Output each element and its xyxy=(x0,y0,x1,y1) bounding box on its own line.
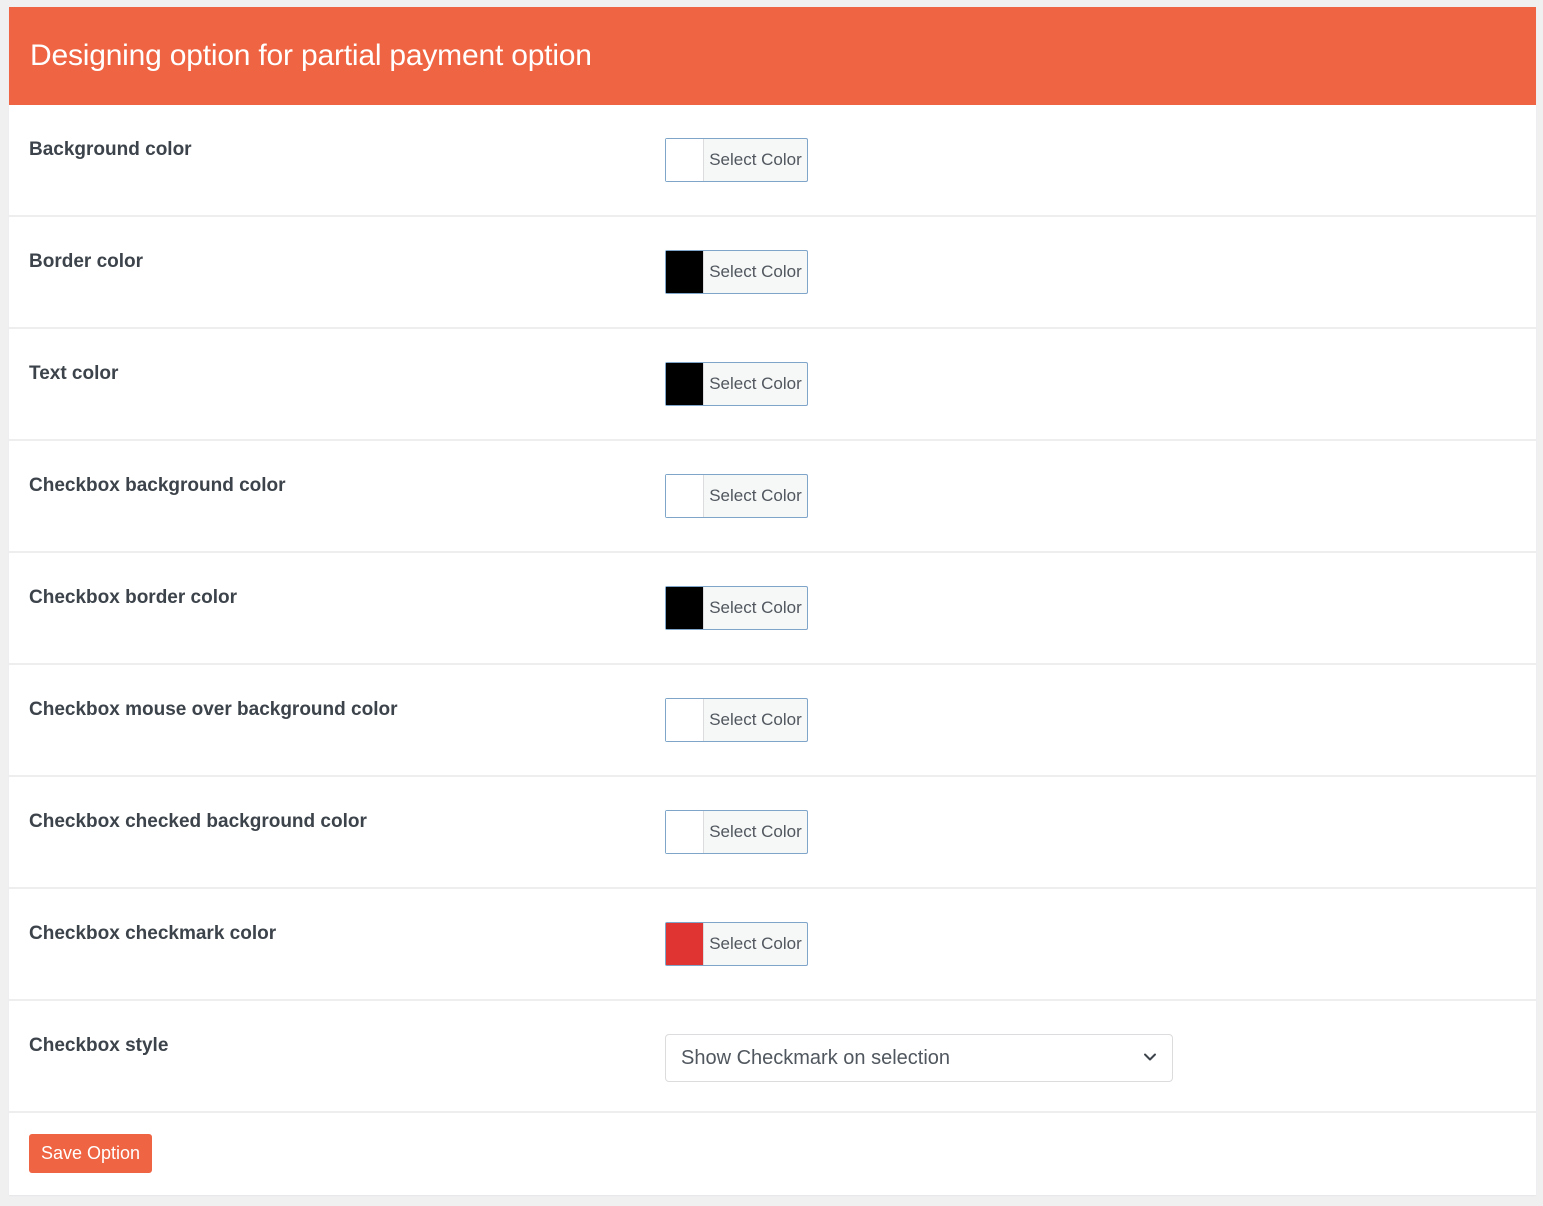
color-swatch xyxy=(666,251,704,293)
select-color-button[interactable]: Select Color xyxy=(665,362,808,406)
color-setting-label: Text color xyxy=(29,363,119,384)
color-swatch xyxy=(666,363,704,405)
color-setting-label: Checkbox background color xyxy=(29,475,286,496)
color-swatch xyxy=(666,139,704,181)
select-color-button[interactable]: Select Color xyxy=(665,138,808,182)
select-color-label: Select Color xyxy=(709,374,802,393)
chevron-down-icon xyxy=(1144,1053,1156,1061)
save-option-button[interactable]: Save Option xyxy=(29,1134,153,1173)
select-color-label: Select Color xyxy=(709,262,802,281)
select-color-label: Select Color xyxy=(709,934,802,953)
select-color-button[interactable]: Select Color xyxy=(665,922,808,966)
select-color-label: Select Color xyxy=(709,710,802,729)
select-color-button[interactable]: Select Color xyxy=(665,810,808,854)
select-color-label: Select Color xyxy=(709,822,802,841)
color-swatch xyxy=(666,923,704,965)
select-color-label: Select Color xyxy=(709,150,802,169)
color-settings-list: Background color Select Color Border col… xyxy=(9,105,1536,1001)
form-footer: Save Option xyxy=(9,1113,1536,1186)
select-color-label: Select Color xyxy=(709,486,802,505)
color-swatch xyxy=(666,811,704,853)
checkbox-style-label: Checkbox style xyxy=(29,1035,169,1056)
select-color-button[interactable]: Select Color xyxy=(665,586,808,630)
checkbox-style-row: Checkbox style Show Checkmark on selecti… xyxy=(9,1001,1536,1113)
color-setting-row: Checkbox checked background color Select… xyxy=(9,777,1536,889)
color-setting-label: Background color xyxy=(29,139,192,160)
select-color-label: Select Color xyxy=(709,598,802,617)
color-setting-row: Checkbox background color Select Color xyxy=(9,441,1536,553)
color-setting-row: Border color Select Color xyxy=(9,217,1536,329)
color-setting-label: Checkbox mouse over background color xyxy=(29,699,398,720)
color-setting-row: Checkbox checkmark color Select Color xyxy=(9,889,1536,1001)
settings-card: Designing option for partial payment opt… xyxy=(9,7,1536,1195)
select-color-button[interactable]: Select Color xyxy=(665,698,808,742)
color-setting-row: Checkbox border color Select Color xyxy=(9,553,1536,665)
checkbox-style-selected-value: Show Checkmark on selection xyxy=(681,1046,951,1069)
checkbox-style-select[interactable]: Show Checkmark on selection xyxy=(665,1034,1173,1082)
color-swatch xyxy=(666,587,704,629)
page-title: Designing option for partial payment opt… xyxy=(30,39,592,72)
color-swatch xyxy=(666,699,704,741)
select-color-button[interactable]: Select Color xyxy=(665,250,808,294)
color-setting-label: Checkbox checked background color xyxy=(29,811,367,832)
select-color-button[interactable]: Select Color xyxy=(665,474,808,518)
color-setting-label: Border color xyxy=(29,251,144,272)
color-setting-row: Checkbox mouse over background color Sel… xyxy=(9,665,1536,777)
page-header: Designing option for partial payment opt… xyxy=(9,7,1536,105)
color-setting-row: Background color Select Color xyxy=(9,105,1536,217)
color-setting-label: Checkbox border color xyxy=(29,587,237,608)
color-setting-row: Text color Select Color xyxy=(9,329,1536,441)
color-swatch xyxy=(666,475,704,517)
color-setting-label: Checkbox checkmark color xyxy=(29,923,277,944)
